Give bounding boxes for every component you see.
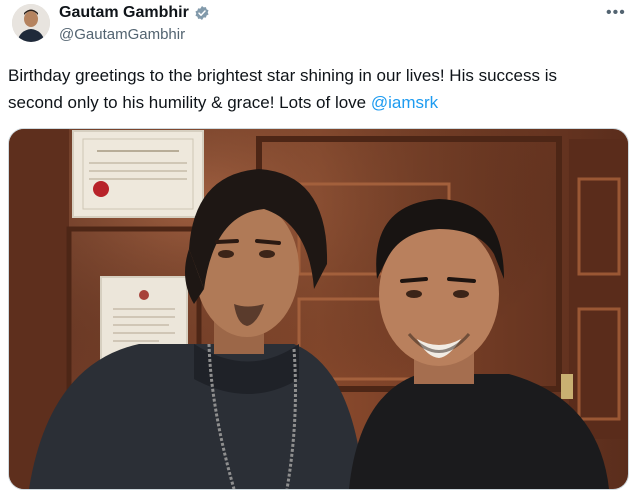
tweet-photo[interactable]: [8, 128, 629, 490]
more-options-icon[interactable]: •••: [606, 4, 626, 22]
verified-badge-icon: [194, 5, 210, 21]
tweet-text-line-1: Birthday greetings to the brightest star…: [8, 66, 557, 85]
mention-link[interactable]: @iamsrk: [371, 93, 438, 112]
author-handle[interactable]: @GautamGambhir: [59, 26, 185, 43]
tweet-card: Gautam Gambhir @GautamGambhir ••• Birthd…: [0, 0, 635, 490]
avatar-image: [12, 4, 50, 42]
tweet-text: Birthday greetings to the brightest star…: [8, 62, 628, 116]
author-avatar[interactable]: [12, 4, 50, 42]
photo-illustration: [9, 129, 628, 489]
tweet-text-line-2: second only to his humility & grace! Lot…: [8, 89, 628, 116]
tweet-text-line-2-prefix: second only to his humility & grace! Lot…: [8, 93, 371, 112]
author-name-row: Gautam Gambhir: [59, 4, 210, 22]
author-name[interactable]: Gautam Gambhir: [59, 4, 189, 22]
